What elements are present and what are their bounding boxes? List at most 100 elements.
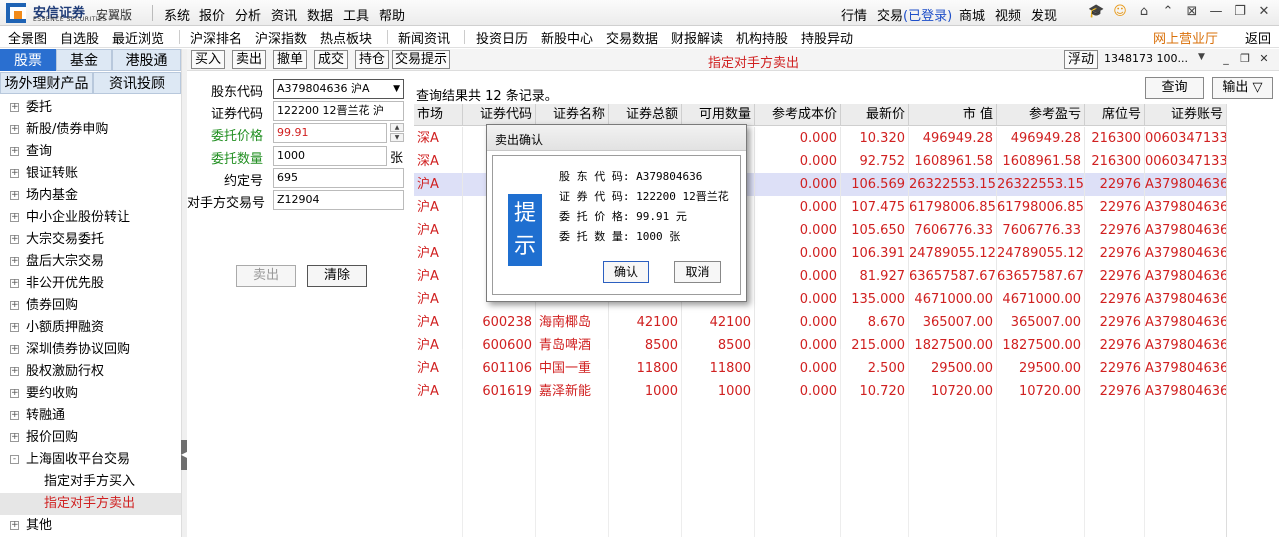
tab-otc-products[interactable]: 场外理财产品 bbox=[0, 72, 93, 94]
menu-video[interactable]: 视频 bbox=[995, 5, 1021, 24]
nav-trade-data[interactable]: 交易数据 bbox=[606, 28, 658, 47]
shirt-icon[interactable]: ⌂ bbox=[1136, 4, 1152, 20]
expand-icon[interactable]: + bbox=[10, 147, 19, 156]
tab-hk-connect[interactable]: 港股通 bbox=[112, 49, 181, 71]
expand-icon[interactable]: + bbox=[10, 169, 19, 178]
col-available-header[interactable]: 可用数量 bbox=[682, 104, 755, 126]
restore-icon[interactable]: ❐ bbox=[1232, 4, 1248, 20]
expand-icon[interactable]: + bbox=[10, 411, 19, 420]
nav-recent[interactable]: 最近浏览 bbox=[112, 28, 164, 47]
menu-trade[interactable]: 交易(已登录) bbox=[877, 5, 952, 24]
collapse-icon[interactable]: - bbox=[10, 455, 19, 464]
nav-hot-sectors[interactable]: 热点板块 bbox=[320, 28, 372, 47]
col-name-header[interactable]: 证券名称 bbox=[536, 104, 609, 126]
dropdown-arrow-icon[interactable]: ▼ bbox=[1198, 52, 1205, 62]
menu-mall[interactable]: 商城 bbox=[959, 5, 985, 24]
expand-icon[interactable]: + bbox=[10, 389, 19, 398]
tree-item-tender[interactable]: + 要约收购 bbox=[0, 383, 181, 405]
menu-help[interactable]: 帮助 bbox=[379, 5, 405, 24]
col-value-header[interactable]: 市 值 bbox=[909, 104, 997, 126]
nav-ipo-center[interactable]: 新股中心 bbox=[541, 28, 593, 47]
price-up-icon[interactable]: ▲ bbox=[390, 123, 404, 132]
account-selector[interactable]: 1348173 100... bbox=[1104, 52, 1188, 65]
nav-index[interactable]: 沪深指数 bbox=[255, 28, 307, 47]
tab-stocks[interactable]: 股票 bbox=[0, 49, 56, 71]
query-button[interactable]: 查询 bbox=[1145, 77, 1204, 99]
tree-item-quote-repo[interactable]: + 报价回购 bbox=[0, 427, 181, 449]
expand-icon[interactable]: + bbox=[10, 279, 19, 288]
tab-funds[interactable]: 基金 bbox=[56, 49, 112, 71]
tree-item-bond-repo[interactable]: + 债券回购 bbox=[0, 295, 181, 317]
tree-item-etf[interactable]: + 场内基金 bbox=[0, 185, 181, 207]
tree-item-query[interactable]: + 查询 bbox=[0, 141, 181, 163]
cancel-order-button[interactable]: 撤单 bbox=[273, 50, 307, 69]
confirm-button[interactable]: 确认 bbox=[603, 261, 649, 283]
expand-icon[interactable]: + bbox=[10, 125, 19, 134]
tree-item-transfer[interactable]: + 银证转账 bbox=[0, 163, 181, 185]
trade-tips-button[interactable]: 交易提示 bbox=[392, 50, 450, 69]
sell-submit-button[interactable]: 卖出 bbox=[236, 265, 296, 287]
cancel-button[interactable]: 取消 bbox=[674, 261, 721, 283]
tree-item-pledge[interactable]: + 小额质押融资 bbox=[0, 317, 181, 339]
tree-item-block-trade[interactable]: + 大宗交易委托 bbox=[0, 229, 181, 251]
holder-code-select[interactable]: A379804636 沪A ▼ bbox=[273, 79, 404, 99]
close-icon[interactable]: ✕ bbox=[1256, 4, 1272, 20]
dialog-title-bar[interactable]: 卖出确认 bbox=[487, 125, 746, 151]
tree-item-entrust[interactable]: + 委托 bbox=[0, 97, 181, 119]
tree-item-option-exercise[interactable]: + 股权激励行权 bbox=[0, 361, 181, 383]
expand-icon[interactable]: + bbox=[10, 235, 19, 244]
expand-icon[interactable]: + bbox=[10, 191, 19, 200]
menu-tools[interactable]: 工具 bbox=[343, 5, 369, 24]
col-cost-header[interactable]: 参考成本价 bbox=[755, 104, 841, 126]
menu-data[interactable]: 数据 bbox=[307, 5, 333, 24]
nav-institution[interactable]: 机构持股 bbox=[736, 28, 788, 47]
chevron-up-icon[interactable]: ⌃ bbox=[1160, 4, 1176, 20]
tree-item-ipo[interactable]: + 新股/债券申购 bbox=[0, 119, 181, 141]
compact-icon[interactable]: ⊠ bbox=[1184, 4, 1200, 20]
float-button[interactable]: 浮动 bbox=[1064, 50, 1098, 69]
deals-button[interactable]: 成交 bbox=[314, 50, 348, 69]
menu-info[interactable]: 资讯 bbox=[271, 5, 297, 24]
sell-tool-button[interactable]: 卖出 bbox=[232, 50, 266, 69]
menu-quote[interactable]: 报价 bbox=[199, 5, 225, 24]
col-total-header[interactable]: 证券总额 bbox=[609, 104, 682, 126]
clear-button[interactable]: 清除 bbox=[307, 265, 367, 287]
minimize-icon[interactable]: — bbox=[1208, 4, 1224, 20]
security-code-input[interactable]: 122200 12晋兰花 沪 bbox=[273, 101, 404, 121]
col-code-header[interactable]: 证券代码 bbox=[463, 104, 536, 126]
export-button[interactable]: 输出 ▽ bbox=[1212, 77, 1273, 99]
tree-item-other[interactable]: + 其他 bbox=[0, 515, 181, 537]
tree-item-sh-fixed-income[interactable]: - 上海固收平台交易 bbox=[0, 449, 181, 471]
tree-item-sme-transfer[interactable]: + 中小企业股份转让 bbox=[0, 207, 181, 229]
tree-item-sz-repo[interactable]: + 深圳债券协议回购 bbox=[0, 339, 181, 361]
menu-market[interactable]: 行情 bbox=[841, 5, 867, 24]
counterparty-input[interactable]: Z12904 bbox=[273, 190, 404, 210]
nav-calendar[interactable]: 投资日历 bbox=[476, 28, 528, 47]
tree-item-refinancing[interactable]: + 转融通 bbox=[0, 405, 181, 427]
panel-minimize-icon[interactable]: _ bbox=[1218, 51, 1234, 67]
back-button[interactable]: 返回 bbox=[1245, 28, 1271, 47]
agreement-input[interactable]: 695 bbox=[273, 168, 404, 188]
expand-icon[interactable]: + bbox=[10, 257, 19, 266]
table-row[interactable]: 沪A 600238 海南椰岛 42100 42100 0.000 8.670 365007.0… bbox=[414, 311, 1227, 334]
expand-icon[interactable]: + bbox=[10, 323, 19, 332]
nav-watchlist[interactable]: 自选股 bbox=[60, 28, 99, 47]
nav-news[interactable]: 新闻资讯 bbox=[398, 28, 450, 47]
expand-icon[interactable]: + bbox=[10, 433, 19, 442]
graduation-cap-icon[interactable]: 🎓 bbox=[1088, 4, 1104, 20]
tree-item-preferred[interactable]: + 非公开优先股 bbox=[0, 273, 181, 295]
nav-holding-change[interactable]: 持股异动 bbox=[801, 28, 853, 47]
tree-item-after-hours[interactable]: + 盘后大宗交易 bbox=[0, 251, 181, 273]
smile-icon[interactable]: ☺ bbox=[1112, 4, 1128, 20]
menu-discover[interactable]: 发现 bbox=[1031, 5, 1057, 24]
expand-icon[interactable]: + bbox=[10, 103, 19, 112]
col-pnl-header[interactable]: 参考盈亏 bbox=[997, 104, 1085, 126]
expand-icon[interactable]: + bbox=[10, 345, 19, 354]
price-down-icon[interactable]: ▼ bbox=[390, 133, 404, 142]
select-arrow-icon[interactable]: ▼ bbox=[393, 80, 400, 98]
quantity-input[interactable]: 1000 bbox=[273, 146, 387, 166]
expand-icon[interactable]: + bbox=[10, 213, 19, 222]
menu-analysis[interactable]: 分析 bbox=[235, 5, 261, 24]
price-input[interactable]: 99.91 bbox=[273, 123, 387, 143]
positions-button[interactable]: 持仓 bbox=[355, 50, 389, 69]
